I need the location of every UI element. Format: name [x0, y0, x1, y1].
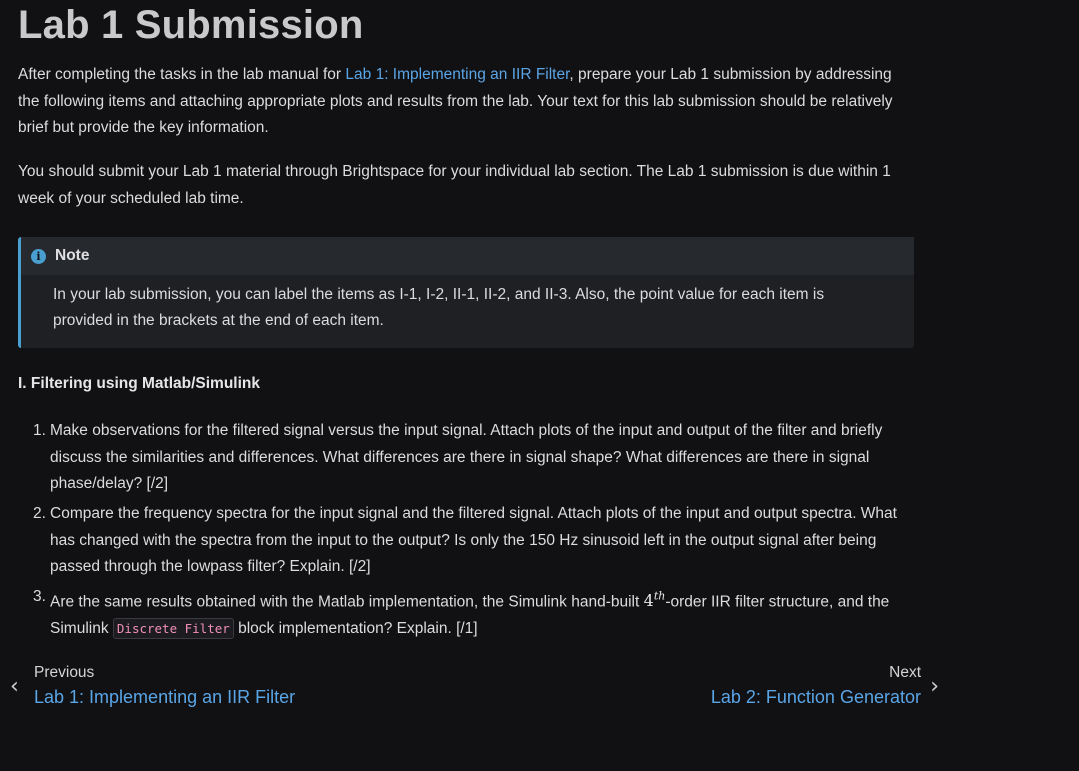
item-number: 1. — [33, 422, 46, 439]
next-label: Next — [889, 664, 921, 681]
previous-label: Previous — [34, 664, 95, 681]
previous-title: Lab 1: Implementing an IIR Filter — [34, 687, 296, 707]
submission-paragraph: You should submit your Lab 1 material th… — [18, 163, 891, 207]
lab1-manual-link[interactable]: Lab 1: Implementing an IIR Filter — [345, 66, 569, 83]
next-title: Lab 2: Function Generator — [710, 687, 921, 707]
chevron-right-icon: › — [930, 674, 939, 699]
item-text-a: Are the same results obtained with the M… — [50, 593, 644, 611]
item-text: Make observations for the filtered signa… — [50, 422, 883, 492]
previous-page-link[interactable]: ‹ Previous Lab 1: Implementing an IIR Fi… — [10, 660, 295, 710]
note-admonition: i Note In your lab submission, you can l… — [18, 237, 914, 348]
page-title: Lab 1 Submission — [18, 3, 364, 47]
math-superscript: th — [653, 590, 666, 603]
note-header: i Note — [21, 237, 914, 275]
math-base: 4 — [643, 591, 654, 611]
page: Lab 1 Submission After completing the ta… — [0, 0, 1079, 771]
previous-text: Previous Lab 1: Implementing an IIR Filt… — [34, 660, 295, 708]
next-page-link[interactable]: Next Lab 2: Function Generator › — [711, 660, 939, 710]
note-body: In your lab submission, you can label th… — [53, 286, 825, 329]
list-item: 1. Make observations for the filtered si… — [33, 418, 912, 498]
list-item: 2. Compare the frequency spectra for the… — [33, 501, 912, 581]
note-title: Note — [55, 247, 90, 264]
math-fourth-order: 4th — [643, 590, 666, 611]
chevron-left-icon: ‹ — [10, 674, 19, 699]
item-text: Compare the frequency spectra for the in… — [50, 505, 897, 575]
discrete-filter-code: Discrete Filter — [112, 617, 234, 639]
item-text-c: block implementation? Explain. [/1] — [233, 619, 478, 637]
item-number: 2. — [33, 505, 46, 522]
list-item: 3. Are the same results obtained with th… — [33, 584, 912, 642]
question-list: 1. Make observations for the filtered si… — [18, 418, 912, 646]
intro-text-before: After completing the tasks in the lab ma… — [18, 66, 346, 83]
item-number: 3. — [33, 588, 46, 605]
intro-paragraph: After completing the tasks in the lab ma… — [18, 62, 914, 142]
next-text: Next Lab 2: Function Generator — [711, 660, 921, 708]
section-heading: I. Filtering using Matlab/Simulink — [18, 375, 260, 392]
info-icon: i — [31, 248, 46, 264]
